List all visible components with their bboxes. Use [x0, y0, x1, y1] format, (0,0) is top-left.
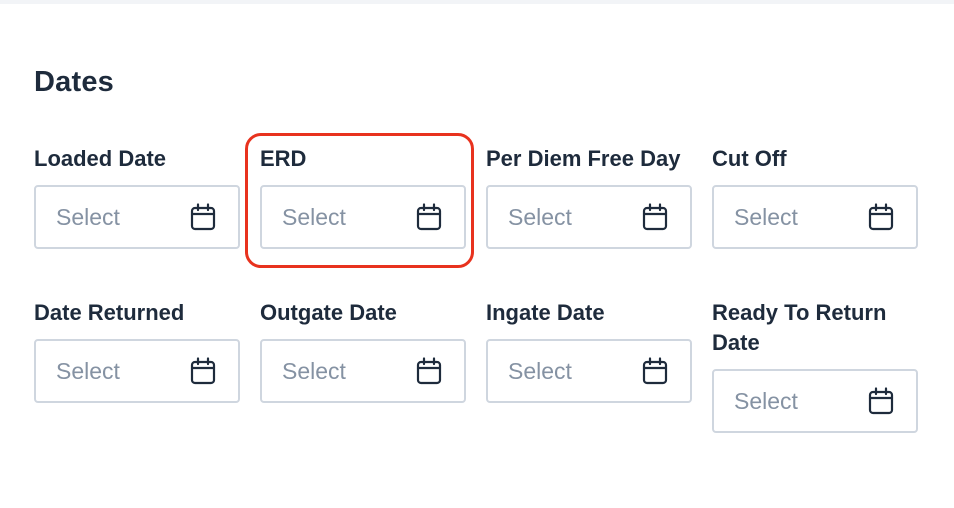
field-date-returned: Date Returned Select — [34, 298, 240, 403]
cut-off-date-picker[interactable]: Select — [712, 185, 918, 249]
date-placeholder: Select — [734, 203, 798, 230]
date-returned-picker[interactable]: Select — [34, 339, 240, 403]
field-label: Ready To Return Date — [712, 300, 887, 355]
date-placeholder: Select — [734, 387, 798, 414]
outgate-date-picker[interactable]: Select — [260, 339, 466, 403]
ready-to-return-date-picker[interactable]: Select — [712, 369, 918, 433]
section-title: Dates — [34, 66, 114, 98]
loaded-date-picker[interactable]: Select — [34, 185, 240, 249]
field-cut-off: Cut Off Select — [712, 144, 918, 249]
date-placeholder: Select — [508, 203, 572, 230]
calendar-icon[interactable] — [640, 202, 670, 232]
calendar-icon[interactable] — [414, 356, 444, 386]
field-label: Cut Off — [712, 146, 787, 171]
per-diem-free-day-picker[interactable]: Select — [486, 185, 692, 249]
calendar-icon[interactable] — [188, 202, 218, 232]
erd-highlight-box — [245, 133, 474, 268]
date-placeholder: Select — [508, 357, 572, 384]
field-outgate-date: Outgate Date Select — [260, 298, 466, 403]
calendar-icon[interactable] — [188, 356, 218, 386]
date-placeholder: Select — [282, 357, 346, 384]
calendar-icon[interactable] — [640, 356, 670, 386]
field-label: Date Returned — [34, 300, 185, 325]
field-ready-to-return-date: Ready To Return Date Select — [712, 298, 918, 433]
field-label: Per Diem Free Day — [486, 146, 681, 171]
field-ingate-date: Ingate Date Select — [486, 298, 692, 403]
field-loaded-date: Loaded Date Select — [34, 144, 240, 249]
calendar-icon[interactable] — [866, 386, 896, 416]
field-per-diem-free-day: Per Diem Free Day Select — [486, 144, 692, 249]
calendar-icon[interactable] — [866, 202, 896, 232]
field-label: Ingate Date — [486, 300, 605, 325]
top-divider — [0, 0, 954, 4]
field-label: Outgate Date — [260, 300, 397, 325]
date-placeholder: Select — [56, 357, 120, 384]
field-label: Loaded Date — [34, 146, 167, 171]
ingate-date-picker[interactable]: Select — [486, 339, 692, 403]
date-placeholder: Select — [56, 203, 120, 230]
